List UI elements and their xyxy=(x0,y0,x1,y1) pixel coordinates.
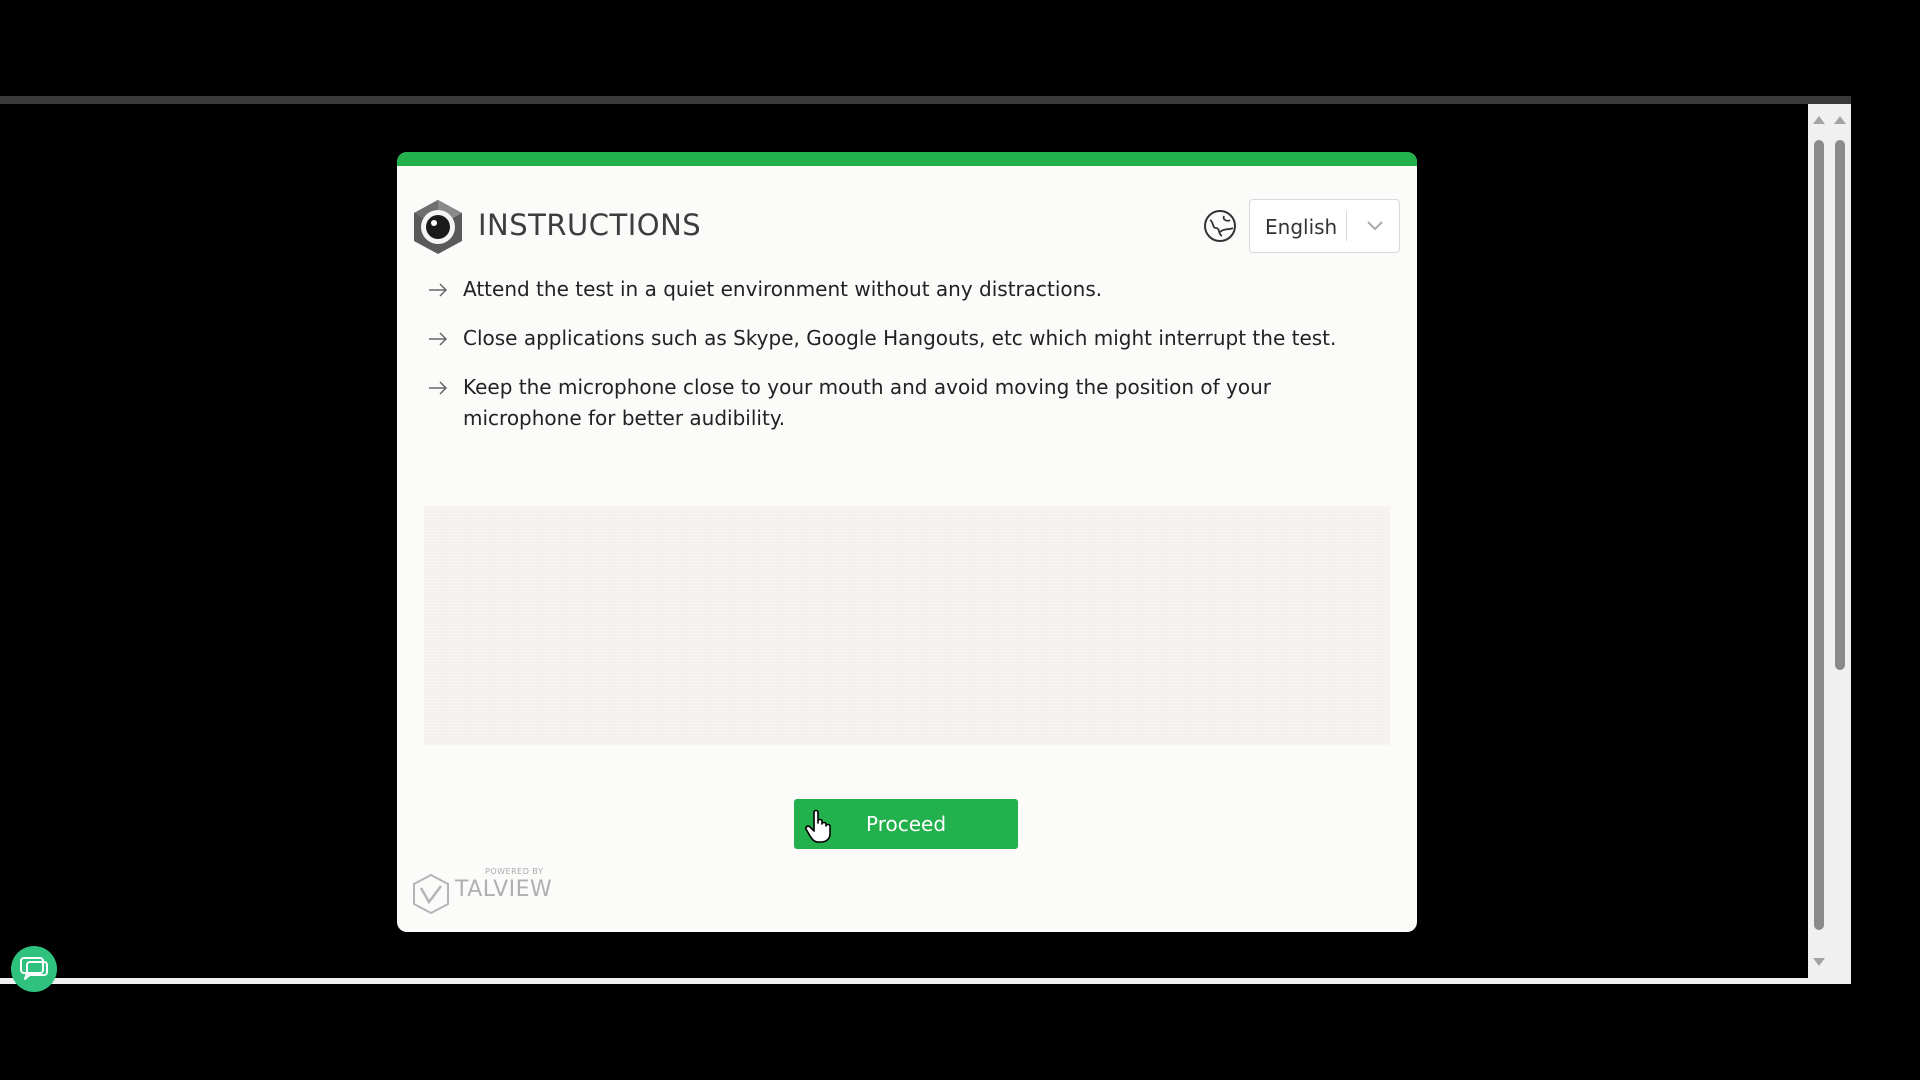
hand-pointer-icon xyxy=(805,809,831,843)
language-select[interactable]: English xyxy=(1249,199,1400,253)
powered-by-label: POWERED BY xyxy=(485,867,544,876)
list-item: Attend the test in a quiet environment w… xyxy=(427,274,1377,305)
scroll-down-arrow-icon[interactable] xyxy=(1813,958,1825,966)
list-item: Keep the microphone close to your mouth … xyxy=(427,372,1377,434)
scroll-up-arrow-icon[interactable] xyxy=(1813,116,1825,124)
screen: INSTRUCTIONS English Attend the test in … xyxy=(0,0,1920,1080)
browser-frame-top xyxy=(0,96,1851,104)
media-placeholder xyxy=(424,506,1390,745)
chevron-down-icon[interactable] xyxy=(1363,213,1387,237)
instruction-text: Close applications such as Skype, Google… xyxy=(463,326,1337,350)
outer-vertical-scrollbar[interactable] xyxy=(1830,104,1851,978)
outer-scrollbar-thumb[interactable] xyxy=(1835,140,1845,670)
language-select-value: English xyxy=(1265,215,1338,239)
page-title: INSTRUCTIONS xyxy=(478,208,702,242)
powered-by-logo: POWERED BY TALVIEW xyxy=(410,865,553,915)
chat-bubble-icon xyxy=(20,957,48,980)
instructions-card: INSTRUCTIONS English Attend the test in … xyxy=(397,152,1417,932)
brand-name: TALVIEW xyxy=(455,877,553,902)
chat-button[interactable] xyxy=(11,946,57,992)
outer-scroll-up-arrow-icon[interactable] xyxy=(1834,116,1846,124)
instructions-list: Attend the test in a quiet environment w… xyxy=(427,274,1377,452)
vertical-scrollbar[interactable] xyxy=(1808,104,1830,978)
arrow-right-icon xyxy=(429,283,448,297)
talview-logo-icon xyxy=(413,873,449,915)
instruction-text: Attend the test in a quiet environment w… xyxy=(463,277,1103,301)
globe-icon xyxy=(1204,210,1236,242)
card-accent-bar xyxy=(397,152,1417,166)
list-item: Close applications such as Skype, Google… xyxy=(427,323,1377,354)
camera-lens-icon xyxy=(414,200,462,254)
instruction-text: Keep the microphone close to your mouth … xyxy=(463,375,1271,430)
scrollbar-thumb[interactable] xyxy=(1814,140,1824,930)
arrow-right-icon xyxy=(429,332,448,346)
browser-frame-bottom xyxy=(0,978,1851,984)
arrow-right-icon xyxy=(429,381,448,395)
select-divider xyxy=(1346,211,1347,241)
